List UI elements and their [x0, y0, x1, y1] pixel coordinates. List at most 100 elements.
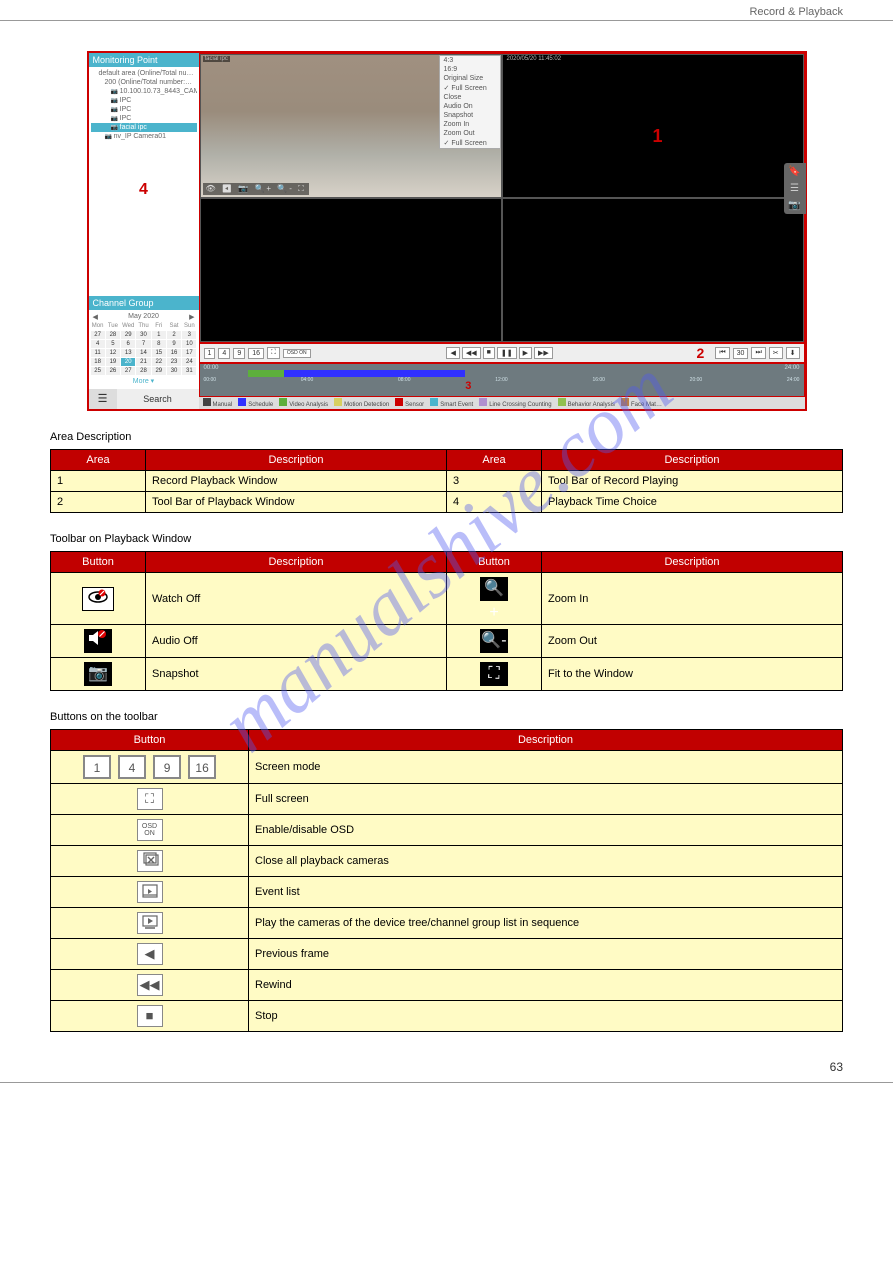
- t1-r1c4: Tool Bar of Record Playing: [542, 471, 843, 492]
- t3-r2-btn: ⛶: [51, 784, 249, 815]
- calendar[interactable]: ◀ May 2020 ▶ MonTueWedThuFriSatSun272829…: [89, 310, 199, 389]
- caption-toolbar-window: Toolbar on Playback Window: [50, 533, 843, 545]
- sidebar: Monitoring Point default area (Online/To…: [89, 53, 199, 409]
- tree-ipc1[interactable]: IPC: [91, 96, 197, 105]
- play-button[interactable]: ▶: [519, 347, 532, 359]
- fullscreen-button[interactable]: ⛶: [267, 347, 280, 359]
- leg-manual: Manual: [213, 402, 233, 408]
- close-all-icon: [137, 850, 163, 872]
- leg-face: Face Mat…: [631, 402, 662, 408]
- t1-h1: Area: [51, 450, 146, 471]
- list-icon[interactable]: ☰: [784, 180, 806, 197]
- tree-sub[interactable]: 200 (Online/Total number:…: [91, 78, 197, 87]
- tree-cam1[interactable]: 10.100.10.73_8443_CAM001: [91, 87, 197, 96]
- search-button[interactable]: Search: [117, 389, 199, 409]
- t2-r1-icon1: [51, 573, 146, 625]
- video-cell-toolbar[interactable]: 👁 ◀ 📷 🔍+ 🔍- ⛶: [203, 183, 309, 195]
- tb-extra-1[interactable]: ⏮: [715, 347, 729, 359]
- video-cell-4[interactable]: [502, 198, 804, 342]
- t3-r5-desc: Event list: [249, 877, 843, 908]
- tree-ipc3[interactable]: IPC: [91, 114, 197, 123]
- tb-extra-5[interactable]: ⬇: [786, 347, 800, 359]
- right-dock[interactable]: 🔖 ☰ 📷: [784, 163, 806, 214]
- t2-r1-d1: Watch Off: [146, 573, 447, 625]
- cal-more[interactable]: More ▾: [91, 375, 197, 387]
- t3-r6-btn: [51, 908, 249, 939]
- t3-r4-desc: Close all playback cameras: [249, 846, 843, 877]
- stop-icon: ■: [137, 1005, 163, 1027]
- ff-button[interactable]: ▶▶: [534, 347, 553, 359]
- timeline[interactable]: 00:00 24:00 00:0004:0008:0012:0016:0020:…: [199, 363, 805, 397]
- t1-h2: Description: [146, 450, 447, 471]
- layout-9[interactable]: 9: [233, 348, 245, 359]
- cal-prev[interactable]: ◀: [93, 313, 98, 321]
- device-tree[interactable]: default area (Online/Total nu… 200 (Onli…: [89, 67, 199, 296]
- watch-off-icon: [82, 587, 114, 611]
- main-area: facial ipc 👁 ◀ 📷 🔍+ 🔍- ⛶ 4:316:9Original…: [199, 53, 805, 409]
- video-cell-2[interactable]: 2020/05/20 11:45:02 1: [502, 54, 804, 198]
- pause-button[interactable]: ❚❚: [497, 347, 517, 359]
- video-cell-1[interactable]: facial ipc 👁 ◀ 📷 🔍+ 🔍- ⛶ 4:316:9Original…: [200, 54, 502, 198]
- area-label-4: 4: [91, 141, 197, 239]
- audio-off-icon: [84, 629, 112, 653]
- t2-r2-icon1: [51, 625, 146, 658]
- t2-h2: Description: [146, 552, 447, 573]
- t3-r8-desc: Rewind: [249, 970, 843, 1001]
- rewind-button[interactable]: ◀◀: [462, 347, 481, 359]
- t2-r3-d2: Fit to the Window: [542, 658, 843, 691]
- leg-behavior: Behavior Analysis: [568, 402, 615, 408]
- rewind-icon: ◀◀: [137, 974, 163, 996]
- cal-next[interactable]: ▶: [189, 313, 194, 321]
- screen-9-icon: 9: [153, 755, 181, 779]
- table-toolbar-window: Button Description Button Description Wa…: [50, 551, 843, 691]
- tree-ipc2[interactable]: IPC: [91, 105, 197, 114]
- monitoring-point-header: Monitoring Point: [89, 53, 199, 67]
- tl-start: 00:00: [204, 365, 219, 371]
- caption-toolbar-buttons: Buttons on the toolbar: [50, 711, 843, 723]
- list-button[interactable]: ☰: [89, 389, 117, 409]
- video-cell-3[interactable]: [200, 198, 502, 342]
- zoom-out-icon: 🔍-: [480, 629, 508, 653]
- osd-icon: OSD ON: [137, 819, 163, 841]
- leg-smart-event: Smart Event: [440, 402, 473, 408]
- area-label-1: 1: [653, 126, 663, 147]
- t2-r1-d2: Zoom In: [542, 573, 843, 625]
- stop-button[interactable]: ■: [483, 347, 495, 359]
- play-list-icon: [137, 912, 163, 934]
- t3-r9-desc: Stop: [249, 1001, 843, 1032]
- screen-4-icon: 4: [118, 755, 146, 779]
- t2-r3-icon2: ⛶: [446, 658, 541, 691]
- tree-selected[interactable]: facial ipc: [91, 123, 197, 132]
- tree-nv[interactable]: nv_IP Camera01: [91, 132, 197, 141]
- layout-16[interactable]: 16: [248, 348, 264, 359]
- t3-r1-desc: Screen mode: [249, 751, 843, 784]
- tb-extra-4[interactable]: ✂: [769, 347, 783, 359]
- t2-r2-d1: Audio Off: [146, 625, 447, 658]
- tree-root[interactable]: default area (Online/Total nu…: [91, 69, 197, 78]
- prev-button[interactable]: ◀: [446, 347, 459, 359]
- t1-r2c1: 2: [51, 492, 146, 513]
- cal-year: 2020: [143, 313, 159, 320]
- screen-16-icon: 16: [188, 755, 216, 779]
- video-views: facial ipc 👁 ◀ 📷 🔍+ 🔍- ⛶ 4:316:9Original…: [199, 53, 805, 343]
- tb-extra-2[interactable]: 30: [733, 348, 749, 359]
- bookmark-icon[interactable]: 🔖: [784, 163, 806, 180]
- t3-r7-btn: ◀: [51, 939, 249, 970]
- t3-r3-desc: Enable/disable OSD: [249, 815, 843, 846]
- osd-button[interactable]: OSD ON: [283, 349, 311, 358]
- context-menu[interactable]: 4:316:9Original SizeFull ScreenCloseAudi…: [439, 55, 501, 149]
- t3-r4-btn: [51, 846, 249, 877]
- t1-r2c3: 4: [446, 492, 541, 513]
- tb-extra-3[interactable]: ⏭: [751, 347, 765, 359]
- t1-r1c2: Record Playback Window: [146, 471, 447, 492]
- layout-4[interactable]: 4: [218, 348, 230, 359]
- fullscreen-icon: ⛶: [137, 788, 163, 810]
- camera-icon[interactable]: 📷: [784, 197, 806, 214]
- t2-h1: Button: [51, 552, 146, 573]
- t3-r8-btn: ◀◀: [51, 970, 249, 1001]
- t1-h3: Area: [446, 450, 541, 471]
- t3-r7-desc: Previous frame: [249, 939, 843, 970]
- layout-1[interactable]: 1: [204, 348, 216, 359]
- playback-toolbar: 1 4 9 16 ⛶ OSD ON ◀ ◀◀ ■ ❚❚ ▶ ▶▶ 2 ⏮ 30 …: [199, 343, 805, 363]
- t3-r2-desc: Full screen: [249, 784, 843, 815]
